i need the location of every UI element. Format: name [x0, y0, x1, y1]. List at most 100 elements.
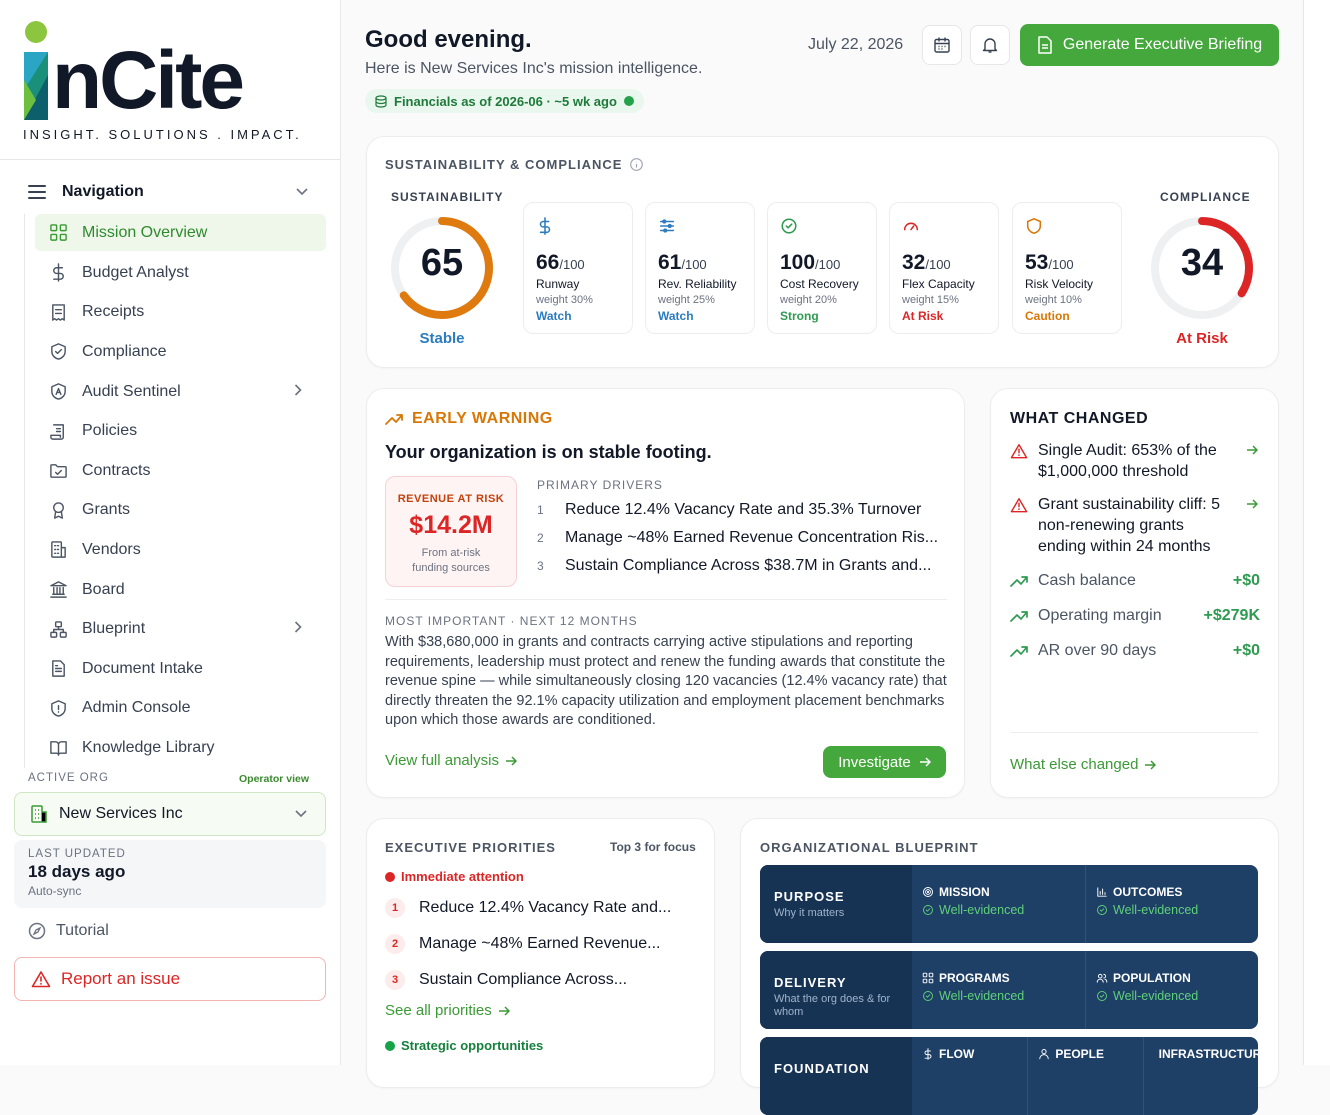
org-selector[interactable]: New Services Inc	[14, 792, 326, 836]
metric-score: 32/100	[902, 251, 986, 275]
arrow-right-icon	[1247, 445, 1258, 455]
nav-list: Mission Overview Budget Analyst Receipts Co…	[24, 214, 326, 768]
priority-item[interactable]: 2 Manage ~48% Earned Revenue...	[385, 926, 705, 962]
sidebar-item-label: Blueprint	[82, 620, 146, 638]
alert-triangle-icon	[31, 971, 51, 988]
generate-briefing-button[interactable]: Generate Executive Briefing	[1020, 24, 1279, 66]
driver-item[interactable]: 1 Reduce 12.4% Vacancy Rate and 35.3% Tur…	[537, 496, 947, 524]
blueprint-row: FOUNDATION FLOW PEOPLE INFRASTRUCTURE	[760, 1037, 1258, 1115]
blueprint-cell[interactable]: FLOW	[912, 1037, 1027, 1115]
bell-icon	[982, 38, 998, 53]
metric-weight: weight 20%	[780, 294, 837, 306]
info-icon[interactable]	[630, 158, 644, 171]
sidebar-item-policies[interactable]: Policies	[25, 411, 326, 451]
arrow-right-icon	[1145, 759, 1157, 770]
calendar-button[interactable]	[922, 25, 962, 65]
notifications-button[interactable]	[970, 25, 1010, 65]
view-full-analysis-link[interactable]: View full analysis	[385, 752, 517, 769]
compliance-label: COMPLIANCE	[1160, 190, 1251, 204]
sidebar-item-blueprint[interactable]: Blueprint	[25, 609, 326, 649]
revenue-at-risk-label: REVENUE AT RISK	[397, 493, 505, 505]
sidebar-item-label: Admin Console	[82, 699, 191, 717]
metric-score-value: 53	[1025, 251, 1049, 274]
change-trend-value: +$0	[1232, 642, 1260, 659]
operator-view-link[interactable]: Operator view	[239, 773, 309, 785]
sidebar-item-vendors[interactable]: Vendors	[25, 530, 326, 570]
metric-icon-wrap	[902, 217, 924, 239]
driver-item[interactable]: 3 Sustain Compliance Across $38.7M in Gra…	[537, 552, 947, 580]
sidebar-item-knowledge-library[interactable]: Knowledge Library	[25, 728, 326, 768]
sidebar-item-compliance[interactable]: Compliance	[25, 332, 326, 372]
report-issue-button[interactable]: Report an issue	[14, 957, 326, 1001]
sustainability-section-title: SUSTAINABILITY & COMPLIANCE	[385, 157, 644, 172]
sidebar-item-mission-overview[interactable]: Mission Overview	[35, 214, 326, 251]
metric-card[interactable]: 32/100 Flex Capacity weight 15% At Risk	[889, 202, 999, 334]
metric-icon-wrap	[1025, 217, 1047, 239]
metric-card[interactable]: 61/100 Rev. Reliability weight 25% Watch	[645, 202, 755, 334]
driver-item[interactable]: 2 Manage ~48% Earned Revenue Concentratio…	[537, 524, 947, 552]
layout-grid-icon	[922, 972, 934, 984]
sidebar-item-label: Compliance	[82, 342, 167, 360]
most-important-text: With $38,680,000 in grants and contracts…	[385, 634, 947, 729]
blueprint-cell[interactable]: OUTCOMES Well-evidenced	[1085, 865, 1258, 943]
metric-score-max: /100	[559, 257, 585, 272]
sidebar-item-receipts[interactable]: Receipts	[25, 293, 326, 333]
sidebar-item-admin-console[interactable]: Admin Console	[25, 689, 326, 729]
folder-icon	[50, 464, 67, 479]
navigation-header[interactable]: Navigation	[28, 180, 318, 204]
check-circle-icon	[781, 218, 797, 234]
priority-item[interactable]: 3 Sustain Compliance Across...	[385, 962, 705, 998]
metric-score-max: /100	[681, 257, 707, 272]
see-all-priorities-link[interactable]: See all priorities	[385, 1002, 510, 1019]
sidebar-item-label: Grants	[82, 501, 131, 519]
sidebar-item-audit-sentinel[interactable]: Audit Sentinel	[25, 372, 326, 412]
sidebar-item-contracts[interactable]: Contracts	[25, 451, 326, 491]
blueprint-cell[interactable]: PROGRAMS Well-evidenced	[912, 951, 1085, 1029]
sidebar-item-board[interactable]: Board	[25, 570, 326, 610]
check-circle-icon	[923, 991, 933, 1001]
driver-text: Sustain Compliance Across $38.7M in Gran…	[565, 557, 932, 574]
metric-score: 53/100	[1025, 251, 1109, 275]
tutorial-link[interactable]: Tutorial	[28, 922, 109, 940]
arrow-right-icon	[505, 755, 517, 766]
sustainability-label: SUSTAINABILITY	[391, 190, 504, 204]
sidebar-item-budget-analyst[interactable]: Budget Analyst	[25, 253, 326, 293]
blueprint-cell[interactable]: MISSION Well-evidenced	[912, 865, 1085, 943]
scroll-icon	[50, 423, 64, 440]
investigate-label: Investigate	[838, 753, 911, 771]
chevron-right-icon	[294, 621, 302, 633]
alert-triangle-icon	[1010, 444, 1028, 459]
investigate-button[interactable]: Investigate	[823, 746, 946, 778]
what-else-changed-label: What else changed	[1010, 756, 1139, 773]
status-dot	[623, 96, 634, 106]
metric-card[interactable]: 53/100 Risk Velocity weight 10% Caution	[1012, 202, 1122, 334]
blueprint-row-desc: Why it matters	[774, 907, 845, 919]
metric-score-max: /100	[815, 257, 841, 272]
change-alert-text: Single Audit: 653% of the $1,000,000 thr…	[1038, 442, 1217, 480]
priority-text: Reduce 12.4% Vacancy Rate and...	[419, 899, 672, 916]
blueprint-cell[interactable]: POPULATION Well-evidenced	[1085, 951, 1258, 1029]
metric-score: 61/100	[658, 251, 742, 275]
metric-status: At Risk	[902, 309, 944, 323]
priority-number: 3	[385, 970, 405, 990]
metric-card[interactable]: 66/100 Runway weight 30% Watch	[523, 202, 633, 334]
priority-text: Sustain Compliance Across...	[419, 971, 628, 988]
blueprint-cell-name: INFRASTRUCTURE	[1158, 1047, 1258, 1061]
metric-weight: weight 30%	[536, 294, 593, 306]
metric-card[interactable]: 100/100 Cost Recovery weight 20% Strong	[767, 202, 877, 334]
priority-item[interactable]: 1 Reduce 12.4% Vacancy Rate and...	[385, 890, 705, 926]
what-else-changed-link[interactable]: What else changed	[1010, 756, 1157, 773]
trending-up-icon	[1010, 646, 1028, 657]
blueprint-cell[interactable]: INFRASTRUCTURE	[1142, 1037, 1258, 1115]
blueprint-cell-name: PROGRAMS	[939, 971, 1010, 985]
sidebar-item-grants[interactable]: Grants	[25, 491, 326, 531]
logo-area: nCite INSIGHT. SOLUTIONS . IMPACT.	[0, 0, 341, 160]
sustainability-score: 65	[420, 242, 464, 284]
change-alert-item[interactable]: Grant sustainability cliff: 5 non-renewi…	[1010, 494, 1260, 557]
blueprint-row-label: PURPOSE	[774, 889, 845, 904]
sidebar-item-document-intake[interactable]: Document Intake	[25, 649, 326, 689]
logo-tagline: INSIGHT. SOLUTIONS . IMPACT.	[23, 127, 302, 142]
blueprint-cell[interactable]: PEOPLE	[1027, 1037, 1142, 1115]
tutorial-label: Tutorial	[56, 922, 109, 939]
change-alert-item[interactable]: Single Audit: 653% of the $1,000,000 thr…	[1010, 440, 1260, 482]
